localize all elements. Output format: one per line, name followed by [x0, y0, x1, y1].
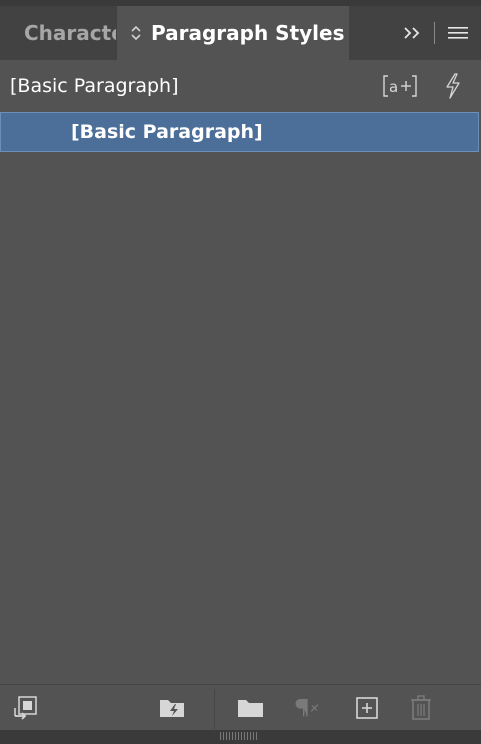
delete-style-icon[interactable] [406, 693, 436, 723]
panel-bottom-edge [0, 730, 481, 744]
tab-paragraph-styles[interactable]: Paragraph Styles [117, 6, 349, 60]
tab-paragraph-styles-label: Paragraph Styles [151, 21, 345, 45]
clear-paragraph-overrides-icon[interactable] [292, 693, 322, 723]
tab-controls [400, 6, 481, 60]
resize-grip-handle[interactable] [220, 732, 258, 740]
style-list: [Basic Paragraph] [0, 112, 481, 684]
tab-character-styles[interactable]: Characte [0, 6, 116, 60]
load-styles-icon[interactable] [12, 693, 42, 723]
svg-text:a: a [389, 78, 398, 96]
tab-character-styles-label: Characte [24, 21, 116, 45]
current-style-header: [Basic Paragraph] a [0, 60, 481, 112]
quick-apply-lightning-icon[interactable] [443, 73, 463, 99]
paragraph-styles-panel: Characte Paragraph Styles [Basic Paragra… [0, 0, 481, 744]
new-style-icon[interactable] [352, 693, 382, 723]
header-icons: a [383, 60, 463, 112]
hamburger-menu-icon[interactable] [447, 21, 469, 45]
list-item-label: [Basic Paragraph] [71, 121, 263, 143]
create-group-folder-icon[interactable] [236, 693, 266, 723]
panel-footer [0, 684, 481, 731]
footer-separator [214, 689, 215, 729]
double-chevron-right-icon[interactable] [400, 21, 424, 45]
clear-overrides-folder-lightning-icon[interactable] [158, 693, 188, 723]
tab-separator [434, 22, 435, 44]
up-down-arrows-icon [129, 24, 143, 43]
list-item[interactable]: [Basic Paragraph] [0, 112, 479, 152]
new-style-group-bracket-icon[interactable]: a [383, 73, 417, 99]
panel-tab-bar: Characte Paragraph Styles [0, 6, 481, 60]
current-style-label: [Basic Paragraph] [10, 75, 179, 97]
